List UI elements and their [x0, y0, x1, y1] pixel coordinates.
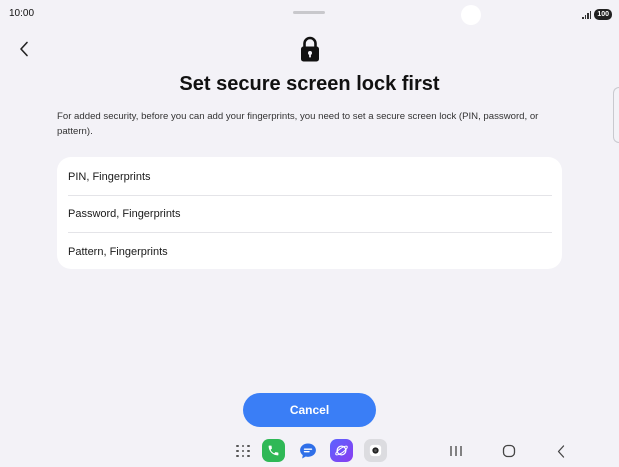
camera-app-icon[interactable]	[364, 439, 387, 462]
phone-app-icon[interactable]	[262, 439, 285, 462]
battery-icon: 100	[594, 9, 612, 20]
option-label: Password, Fingerprints	[68, 207, 181, 220]
navigation-bar	[0, 434, 619, 467]
page-title: Set secure screen lock first	[179, 73, 440, 95]
nav-back-button[interactable]	[551, 442, 571, 460]
option-password-fingerprints[interactable]: Password, Fingerprints	[57, 195, 562, 232]
back-icon	[557, 444, 565, 458]
option-label: PIN, Fingerprints	[68, 170, 151, 183]
messages-app-icon[interactable]	[296, 439, 319, 462]
description-text: For added security, before you can add y…	[57, 111, 539, 137]
home-icon	[502, 444, 516, 458]
lock-icon	[301, 36, 319, 62]
status-icons: 100	[582, 9, 612, 20]
status-bar: 10:00 100	[0, 0, 619, 30]
option-pattern-fingerprints[interactable]: Pattern, Fingerprints	[57, 233, 562, 270]
screen-lock-options-list: PIN, Fingerprints Password, Fingerprints…	[57, 157, 562, 269]
option-label: Pattern, Fingerprints	[68, 245, 168, 258]
drag-handle[interactable]	[293, 11, 325, 14]
recents-icon	[450, 446, 462, 456]
internet-app-icon[interactable]	[330, 439, 353, 462]
option-pin-fingerprints[interactable]: PIN, Fingerprints	[57, 158, 562, 195]
apps-grid-icon[interactable]	[235, 443, 251, 459]
recents-button[interactable]	[444, 442, 468, 460]
cancel-button[interactable]: Cancel	[243, 393, 376, 427]
camera-cutout	[461, 5, 481, 25]
chevron-left-icon	[20, 41, 28, 57]
back-button[interactable]	[14, 38, 34, 60]
status-time: 10:00	[9, 8, 35, 19]
home-button[interactable]	[498, 442, 520, 460]
signal-icon	[582, 10, 592, 19]
